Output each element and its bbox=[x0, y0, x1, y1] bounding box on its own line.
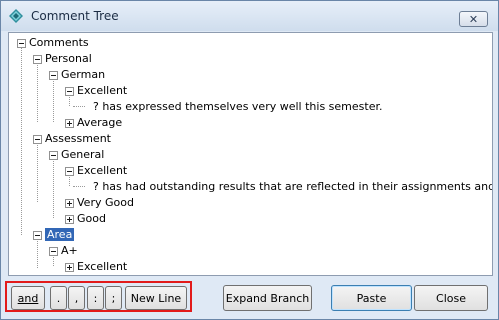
close-icon: ✕ bbox=[468, 12, 479, 26]
collapse-icon[interactable] bbox=[49, 151, 58, 160]
tree-node-label: Personal bbox=[45, 52, 92, 65]
tree-node-excellent[interactable]: Excellent bbox=[9, 83, 489, 99]
tree-node-label: A+ bbox=[61, 244, 78, 257]
and-button[interactable]: and bbox=[11, 286, 45, 310]
tree-node-comment-text[interactable]: ? has had outstanding results that are r… bbox=[9, 179, 492, 195]
period-button[interactable]: . bbox=[50, 286, 67, 310]
collapse-icon[interactable] bbox=[17, 39, 26, 48]
tree-node-label: German bbox=[61, 68, 106, 81]
comment-tree-view[interactable]: Comments Personal German Excellent ? has… bbox=[8, 32, 493, 276]
title-bar[interactable]: Comment Tree ✕ bbox=[1, 1, 498, 31]
tree-node-comment-text[interactable]: ? has expressed themselves very well thi… bbox=[9, 99, 489, 115]
expand-icon[interactable] bbox=[65, 119, 74, 128]
paste-button[interactable]: Paste bbox=[331, 285, 412, 311]
tree-node-label: ? has expressed themselves very well thi… bbox=[93, 100, 383, 113]
collapse-icon[interactable] bbox=[65, 87, 74, 96]
expand-branch-button[interactable]: Expand Branch bbox=[223, 285, 312, 311]
tree-node-label: Very Good bbox=[77, 196, 134, 209]
expand-branch-button-label: Expand Branch bbox=[225, 291, 310, 305]
tree-node-comments[interactable]: Comments bbox=[9, 35, 489, 51]
collapse-icon[interactable] bbox=[33, 135, 42, 144]
expand-icon[interactable] bbox=[65, 215, 74, 224]
tree-node-assessment[interactable]: Assessment bbox=[9, 131, 489, 147]
tree-node-label: ? has had outstanding results that are r… bbox=[93, 180, 492, 193]
tree-node-a-plus[interactable]: A+ bbox=[9, 243, 489, 259]
expand-icon[interactable] bbox=[65, 199, 74, 208]
tree-node-general[interactable]: General bbox=[9, 147, 489, 163]
paste-button-label: Paste bbox=[356, 291, 387, 305]
and-button-label: and bbox=[17, 291, 39, 305]
diamond-app-icon bbox=[9, 9, 23, 23]
new-line-button-label: New Line bbox=[130, 291, 182, 305]
close-button-label: Close bbox=[436, 291, 466, 305]
tree-node-label-selected: Area bbox=[45, 228, 75, 241]
tree-node-excellent[interactable]: Excellent bbox=[9, 163, 489, 179]
colon-button-label: : bbox=[93, 291, 98, 305]
collapse-icon[interactable] bbox=[33, 55, 42, 64]
tree-node-label: Assessment bbox=[45, 132, 111, 145]
tree-node-german[interactable]: German bbox=[9, 67, 489, 83]
tree-node-good[interactable]: Good bbox=[9, 211, 489, 227]
tree-node-area[interactable]: Area bbox=[9, 227, 489, 243]
window-title: Comment Tree bbox=[31, 9, 119, 23]
collapse-icon[interactable] bbox=[65, 167, 74, 176]
tree-node-personal[interactable]: Personal bbox=[9, 51, 489, 67]
comma-button-label: , bbox=[74, 291, 79, 305]
tree-node-very-good[interactable]: Very Good bbox=[9, 195, 489, 211]
tree-node-label: Good bbox=[77, 212, 106, 225]
close-window-button[interactable]: ✕ bbox=[459, 11, 488, 27]
close-button[interactable]: Close bbox=[414, 285, 488, 311]
period-button-label: . bbox=[56, 291, 61, 305]
tree-node-label: General bbox=[61, 148, 105, 161]
tree-node-label: Excellent bbox=[77, 84, 128, 97]
expand-icon[interactable] bbox=[65, 263, 74, 272]
tree-node-label: Excellent bbox=[77, 260, 128, 273]
colon-button[interactable]: : bbox=[87, 286, 104, 310]
tree-node-excellent[interactable]: Excellent bbox=[9, 259, 489, 275]
tree-node-label: Excellent bbox=[77, 164, 128, 177]
collapse-icon[interactable] bbox=[33, 231, 42, 240]
tree-node-average[interactable]: Average bbox=[9, 115, 489, 131]
comment-tree-window: Comment Tree ✕ Comments Personal German bbox=[0, 0, 499, 320]
semicolon-button[interactable]: ; bbox=[105, 286, 122, 310]
collapse-icon[interactable] bbox=[49, 247, 58, 256]
tree-node-label: Comments bbox=[29, 36, 89, 49]
tree-node-label: Average bbox=[77, 116, 123, 129]
comma-button[interactable]: , bbox=[68, 286, 85, 310]
collapse-icon[interactable] bbox=[49, 71, 58, 80]
new-line-button[interactable]: New Line bbox=[125, 286, 187, 310]
semicolon-button-label: ; bbox=[111, 291, 116, 305]
